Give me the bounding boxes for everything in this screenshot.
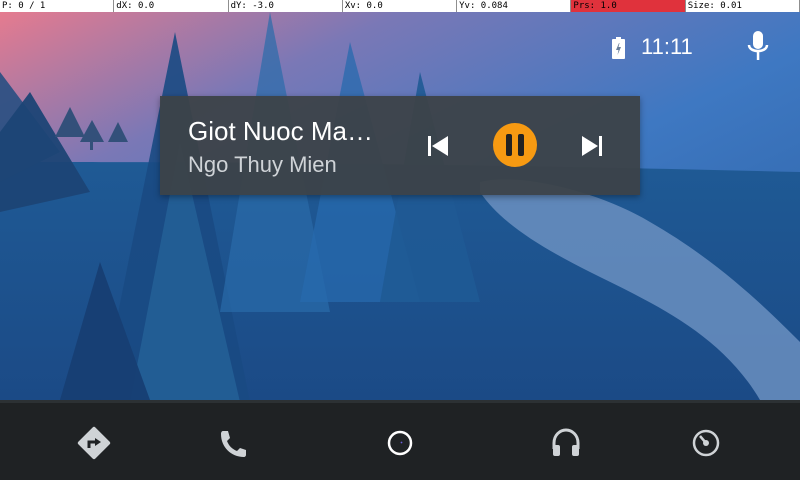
velocity-y: Yv: 0.084 xyxy=(457,0,572,12)
nav-navigation-button[interactable] xyxy=(74,423,114,463)
clock: 11:11 xyxy=(641,34,693,59)
bottom-nav-bar xyxy=(0,400,800,480)
delta-x: dX: 0.0 xyxy=(114,0,229,12)
nav-car-button[interactable] xyxy=(686,423,726,463)
speedometer-icon xyxy=(692,429,720,457)
phone-icon xyxy=(221,431,246,457)
skip-previous-icon xyxy=(428,136,448,156)
home-circle-icon xyxy=(387,430,413,456)
delta-y: dY: -3.0 xyxy=(228,0,343,12)
track-artist: Ngo Thuy Mien xyxy=(188,152,337,177)
nav-music-button[interactable] xyxy=(546,423,586,463)
skip-previous-button[interactable] xyxy=(426,134,450,158)
headphones-icon xyxy=(552,428,580,456)
pointer-count: P: 0 / 1 xyxy=(0,0,115,12)
microphone-icon[interactable] xyxy=(747,31,769,63)
battery-charging-icon xyxy=(612,37,625,59)
touch-size: Size: 0.01 xyxy=(685,0,800,12)
track-title: Giot Nuoc Mat… xyxy=(188,116,378,146)
pause-icon xyxy=(506,134,524,156)
skip-next-icon xyxy=(582,136,602,156)
pressure: Prs: 1.0 xyxy=(571,0,686,12)
pause-button[interactable] xyxy=(493,123,537,167)
pointer-debug-bar: P: 0 / 1 dX: 0.0 dY: -3.0 Xv: 0.0 Yv: 0.… xyxy=(0,0,800,12)
skip-next-button[interactable] xyxy=(580,134,604,158)
wallpaper xyxy=(0,12,800,400)
navigation-icon xyxy=(77,426,111,460)
media-card[interactable]: Giot Nuoc Mat… Ngo Thuy Mien xyxy=(160,96,640,195)
nav-phone-button[interactable] xyxy=(212,423,252,463)
nav-home-button[interactable] xyxy=(380,423,420,463)
velocity-x: Xv: 0.0 xyxy=(342,0,458,12)
